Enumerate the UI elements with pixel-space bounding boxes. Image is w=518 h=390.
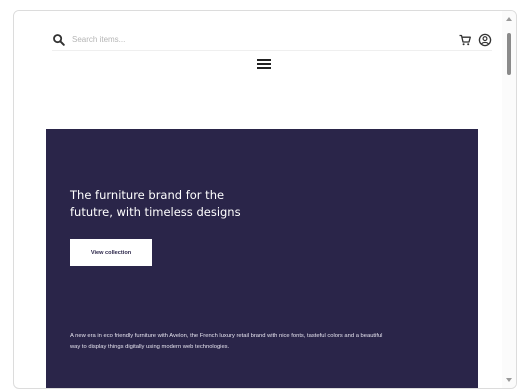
cart-icon[interactable] xyxy=(458,33,472,47)
search-icon[interactable] xyxy=(52,33,66,47)
browser-viewport: The furniture brand for the fututre, wit… xyxy=(13,10,517,389)
search-bar xyxy=(52,29,492,51)
scroll-up-icon[interactable] xyxy=(506,17,512,21)
hamburger-menu-icon[interactable] xyxy=(256,57,272,71)
header-actions xyxy=(458,33,492,47)
site-header xyxy=(14,11,494,91)
view-collection-button[interactable]: View collection xyxy=(70,239,152,266)
hero-title: The furniture brand for the fututre, wit… xyxy=(70,188,241,219)
user-circle-icon[interactable] xyxy=(478,33,492,47)
scroll-thumb[interactable] xyxy=(507,33,511,75)
search-input[interactable] xyxy=(72,31,392,48)
hero-description: A new era in eco friendly furniture with… xyxy=(70,333,383,350)
hero-banner: The furniture brand for the fututre, wit… xyxy=(46,129,478,388)
vertical-scrollbar[interactable] xyxy=(502,11,516,388)
scroll-down-icon[interactable] xyxy=(506,378,512,382)
